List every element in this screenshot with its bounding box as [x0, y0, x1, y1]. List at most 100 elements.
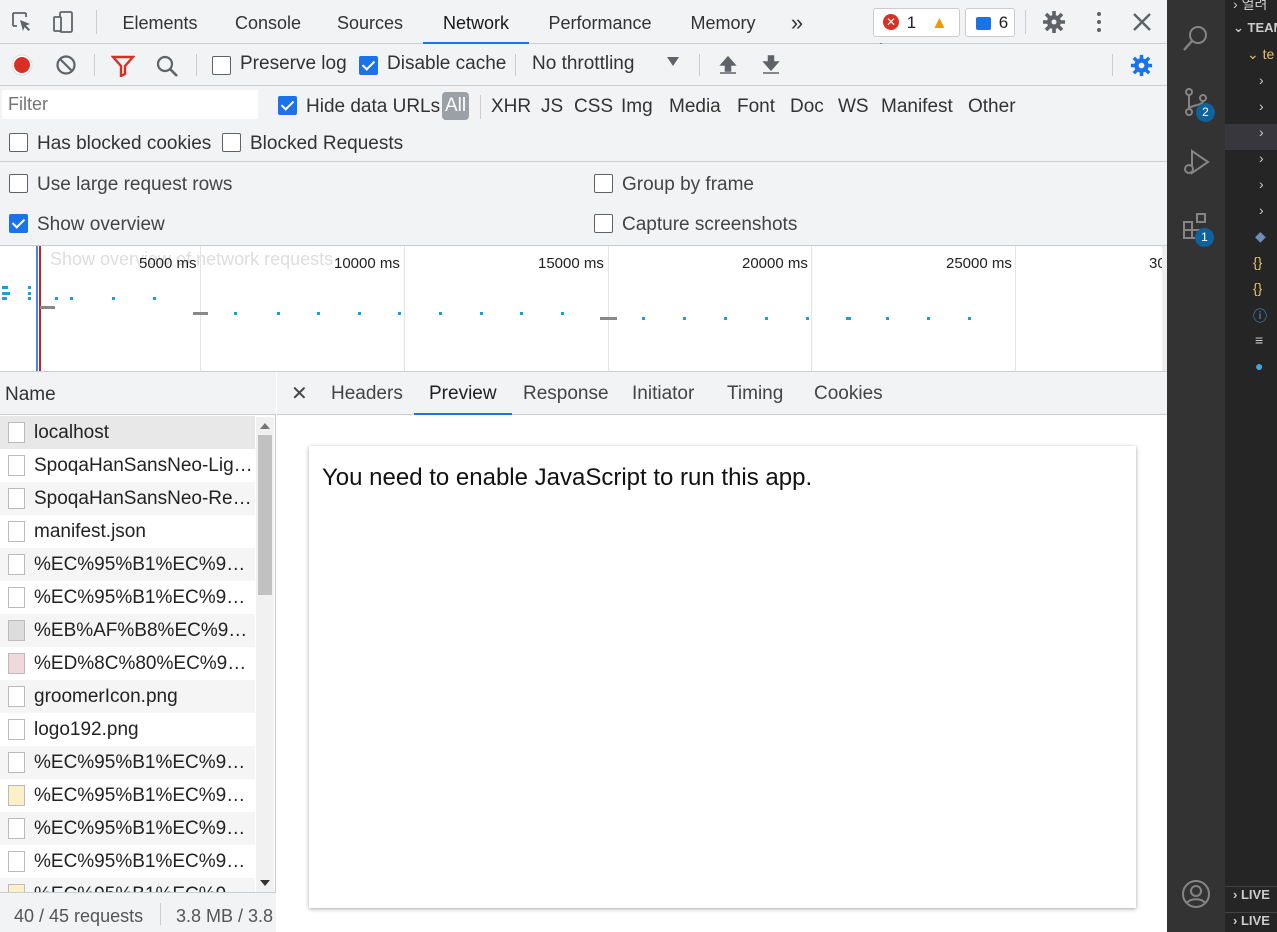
- search-icon[interactable]: [155, 54, 179, 78]
- has-blocked-cookies-checkbox[interactable]: [9, 133, 28, 152]
- filter-type-css[interactable]: CSS: [574, 96, 613, 118]
- filter-input[interactable]: [2, 90, 258, 119]
- explorer-section-header[interactable]: › LIVE: [1225, 886, 1277, 912]
- show-overview-checkbox[interactable]: [9, 214, 28, 233]
- request-row[interactable]: %ED%8C%80%EC%9D%B...: [0, 647, 255, 680]
- explorer-tree-item[interactable]: ›: [1225, 98, 1277, 124]
- error-icon: ✕: [883, 14, 899, 30]
- network-settings-pane: Use large request rows Group by frame Sh…: [0, 162, 1167, 246]
- request-row[interactable]: %EC%95%B1%EC%9D%B...: [0, 581, 255, 614]
- scroll-thumb[interactable]: [258, 435, 272, 595]
- explorer-section-header[interactable]: ⌄ TEAM: [1225, 20, 1277, 46]
- inspect-element-icon[interactable]: [9, 9, 35, 35]
- tab-performance[interactable]: Performance: [538, 0, 662, 44]
- filter-type-other[interactable]: Other: [968, 96, 1016, 118]
- search-icon[interactable]: [1180, 22, 1212, 54]
- explorer-tree-item[interactable]: ›: [1225, 202, 1277, 228]
- explorer-section-header[interactable]: › 열려: [1225, 0, 1277, 20]
- request-row[interactable]: %EC%95%B1%EC%9D%B...: [0, 548, 255, 581]
- request-row[interactable]: %EC%95%B1%EC%9D%B...: [0, 812, 255, 845]
- request-row[interactable]: %EC%95%B1%EC%9D%B...: [0, 779, 255, 812]
- status-bar: 40 / 45 requests 3.8 MB / 3.8: [0, 892, 276, 932]
- filter-type-img[interactable]: Img: [621, 96, 653, 118]
- request-detail-pane: ✕ Headers Preview Response Initiator Tim…: [277, 372, 1167, 932]
- capture-screenshots-checkbox[interactable]: [594, 214, 613, 233]
- device-toolbar-icon[interactable]: [51, 9, 77, 35]
- explorer-tree-item[interactable]: ›: [1225, 124, 1277, 150]
- scroll-up-icon[interactable]: [260, 423, 270, 429]
- yarn-file-icon[interactable]: ●: [1225, 358, 1277, 384]
- disable-cache-checkbox[interactable]: [359, 56, 378, 75]
- request-list-scrollbar[interactable]: [256, 417, 274, 892]
- scroll-down-icon[interactable]: [260, 880, 270, 886]
- tab-response[interactable]: Response: [523, 372, 609, 415]
- name-column-header[interactable]: Name: [0, 372, 276, 415]
- close-detail-icon[interactable]: ✕: [291, 372, 308, 415]
- filter-icon[interactable]: [111, 55, 135, 77]
- explorer-tree-item[interactable]: ›: [1225, 176, 1277, 202]
- filter-type-doc[interactable]: Doc: [790, 96, 824, 118]
- preserve-log-label: Preserve log: [240, 53, 347, 74]
- account-icon[interactable]: [1180, 878, 1212, 910]
- request-row[interactable]: %EC%95%B1%EC%9D%B...: [0, 845, 255, 878]
- explorer-folder[interactable]: ⌄ te: [1225, 46, 1277, 72]
- request-row[interactable]: logo192.png: [0, 713, 255, 746]
- request-row[interactable]: SpoqaHanSansNeo-Light...: [0, 449, 255, 482]
- request-row[interactable]: %EC%95%B1%EC%9D%B...: [0, 746, 255, 779]
- network-settings-icon[interactable]: [1129, 53, 1154, 78]
- request-row[interactable]: %EB%AF%B8%EC%9A%A9: [0, 614, 255, 647]
- filter-type-media[interactable]: Media: [669, 96, 721, 118]
- preserve-log-checkbox[interactable]: [212, 56, 231, 75]
- throttling-dropdown-icon[interactable]: [667, 57, 679, 66]
- tab-memory[interactable]: Memory: [678, 0, 768, 44]
- request-row[interactable]: groomerIcon.png: [0, 680, 255, 713]
- tab-timing[interactable]: Timing: [727, 372, 783, 415]
- request-row[interactable]: SpoqaHanSansNeo-Regul...: [0, 482, 255, 515]
- blocked-requests-checkbox[interactable]: [222, 133, 241, 152]
- hide-data-urls-checkbox[interactable]: [278, 96, 297, 115]
- close-devtools-icon[interactable]: [1129, 9, 1155, 35]
- tab-headers[interactable]: Headers: [331, 372, 403, 415]
- tab-preview[interactable]: Preview: [414, 372, 512, 415]
- explorer-tree-item[interactable]: ›: [1225, 150, 1277, 176]
- filter-type-all[interactable]: All: [442, 92, 470, 120]
- file-icon[interactable]: ◆: [1225, 228, 1277, 254]
- filter-type-xhr[interactable]: XHR: [491, 96, 531, 118]
- messages-count[interactable]: 6: [965, 8, 1015, 37]
- request-row[interactable]: localhost: [0, 416, 255, 449]
- tab-sources[interactable]: Sources: [326, 0, 414, 44]
- filter-type-manifest[interactable]: Manifest: [881, 96, 953, 118]
- export-har-icon[interactable]: [760, 54, 782, 76]
- request-row[interactable]: manifest.json: [0, 515, 255, 548]
- more-options-icon[interactable]: [1086, 9, 1112, 35]
- issue-counts[interactable]: ✕ 1 ▲ 1: [873, 8, 960, 59]
- large-rows-checkbox[interactable]: [9, 174, 28, 193]
- explorer-section-header[interactable]: › LIVE: [1225, 912, 1277, 932]
- json-file-icon[interactable]: {}: [1225, 254, 1277, 280]
- run-debug-icon[interactable]: [1180, 146, 1212, 178]
- clear-icon[interactable]: [55, 54, 77, 76]
- group-by-frame-checkbox[interactable]: [594, 174, 613, 193]
- tab-initiator[interactable]: Initiator: [632, 372, 694, 415]
- tab-cookies[interactable]: Cookies: [814, 372, 883, 415]
- info-file-icon[interactable]: ⓘ: [1225, 306, 1277, 332]
- filter-type-ws[interactable]: WS: [838, 96, 869, 118]
- network-overview[interactable]: Show overview of network requests 5000 m…: [0, 246, 1167, 372]
- overview-tick-label: 10000 ms: [334, 255, 400, 272]
- tab-console[interactable]: Console: [222, 0, 314, 44]
- tab-elements[interactable]: Elements: [112, 0, 208, 44]
- image-thumbnail-icon: [8, 884, 25, 892]
- explorer-tree-item[interactable]: ›: [1225, 72, 1277, 98]
- import-har-icon[interactable]: [717, 54, 739, 76]
- tab-network[interactable]: Network: [423, 0, 529, 44]
- settings-gear-icon[interactable]: [1041, 9, 1067, 35]
- record-icon[interactable]: [10, 53, 34, 77]
- filter-type-js[interactable]: JS: [541, 96, 563, 118]
- overview-tick-label: 5000 ms: [139, 255, 197, 272]
- text-file-icon[interactable]: ≡: [1225, 332, 1277, 358]
- filter-type-font[interactable]: Font: [737, 96, 775, 118]
- more-tabs-icon[interactable]: »: [785, 0, 809, 44]
- json-file-icon[interactable]: {}: [1225, 280, 1277, 306]
- throttling-select[interactable]: No throttling: [532, 53, 634, 75]
- request-row[interactable]: %EC%95%B1%EC%9D%B...: [0, 878, 255, 892]
